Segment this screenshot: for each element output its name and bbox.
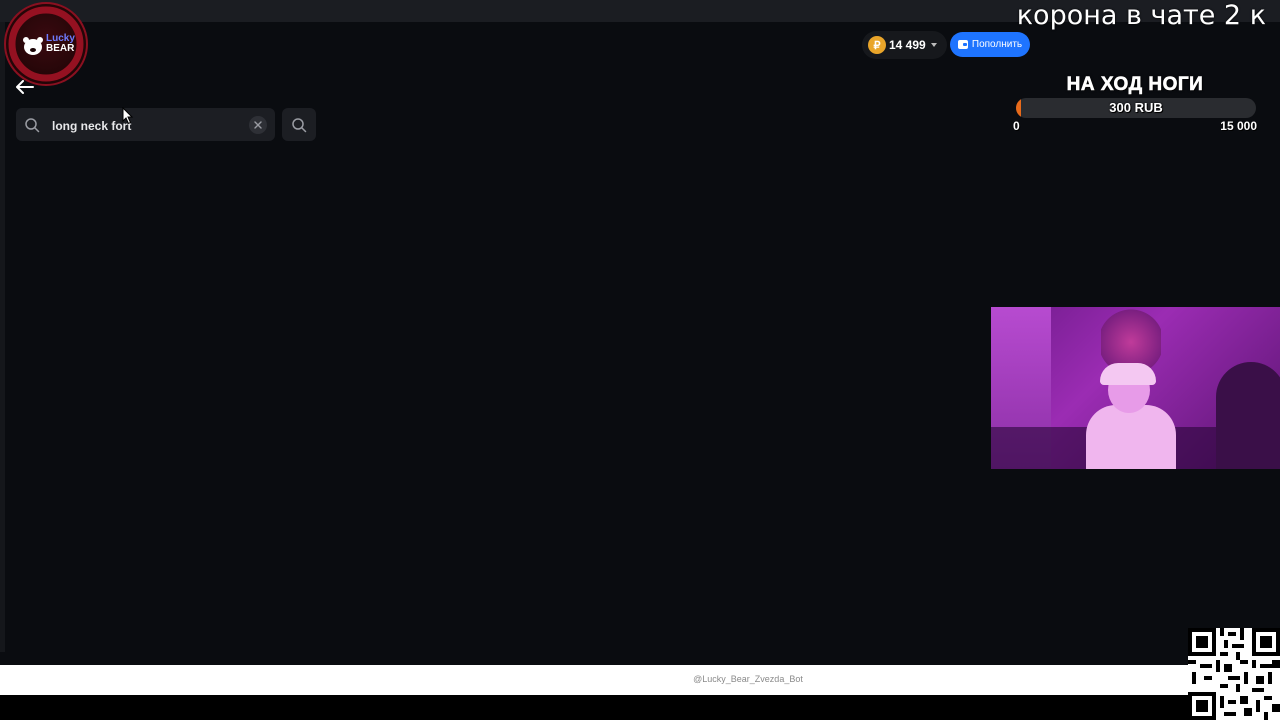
goal-title: НА ХОД НОГИ <box>1066 74 1204 96</box>
search-field[interactable] <box>16 108 275 141</box>
clear-icon <box>254 121 262 129</box>
clear-search-button[interactable] <box>249 116 267 134</box>
coin-icon: ₽ <box>868 36 886 54</box>
back-button[interactable] <box>14 76 36 98</box>
bear-icon <box>23 37 43 55</box>
goal-min-label: 0 <box>1013 119 1020 133</box>
lucky-bear-logo[interactable]: Lucky BEAR <box>4 2 88 86</box>
back-arrow-icon <box>16 80 34 94</box>
chevron-down-icon <box>930 43 937 47</box>
balance-amount: 14 499 <box>889 38 926 52</box>
stream-overlay-text: корона в чате 2 к <box>1016 0 1266 31</box>
search-input[interactable] <box>50 114 244 138</box>
cursor-pointer-icon <box>122 107 134 125</box>
streamer-body <box>1086 405 1176 469</box>
goal-amount: 300 RUB <box>1109 100 1163 115</box>
footer-bar: @Lucky_Bear_Zvezda_Bot <box>0 665 1280 695</box>
wallet-icon <box>957 40 968 49</box>
webcam-overlay <box>991 307 1280 469</box>
topup-label: Пополнить <box>971 39 1023 50</box>
left-edge-strip <box>0 22 5 652</box>
logo-line2: BEAR <box>46 43 75 54</box>
goal-progress-bar: 300 RUB <box>1016 98 1256 118</box>
balance-dropdown[interactable]: ₽ 14 499 <box>862 31 947 59</box>
webcam-streamer <box>1086 363 1176 469</box>
bottom-strip <box>0 695 1280 720</box>
logo-text: Lucky BEAR <box>46 34 75 54</box>
qr-code-icon <box>1188 628 1280 720</box>
bot-handle: @Lucky_Bear_Zvezda_Bot <box>693 674 803 684</box>
topup-button[interactable]: Пополнить <box>950 32 1030 57</box>
streamer-cap <box>1100 363 1156 385</box>
goal-max-label: 15 000 <box>1220 119 1257 133</box>
search-submit-button[interactable] <box>282 108 316 141</box>
search-icon <box>25 118 40 133</box>
search-icon <box>292 117 307 132</box>
webcam-second-person <box>1216 362 1280 469</box>
